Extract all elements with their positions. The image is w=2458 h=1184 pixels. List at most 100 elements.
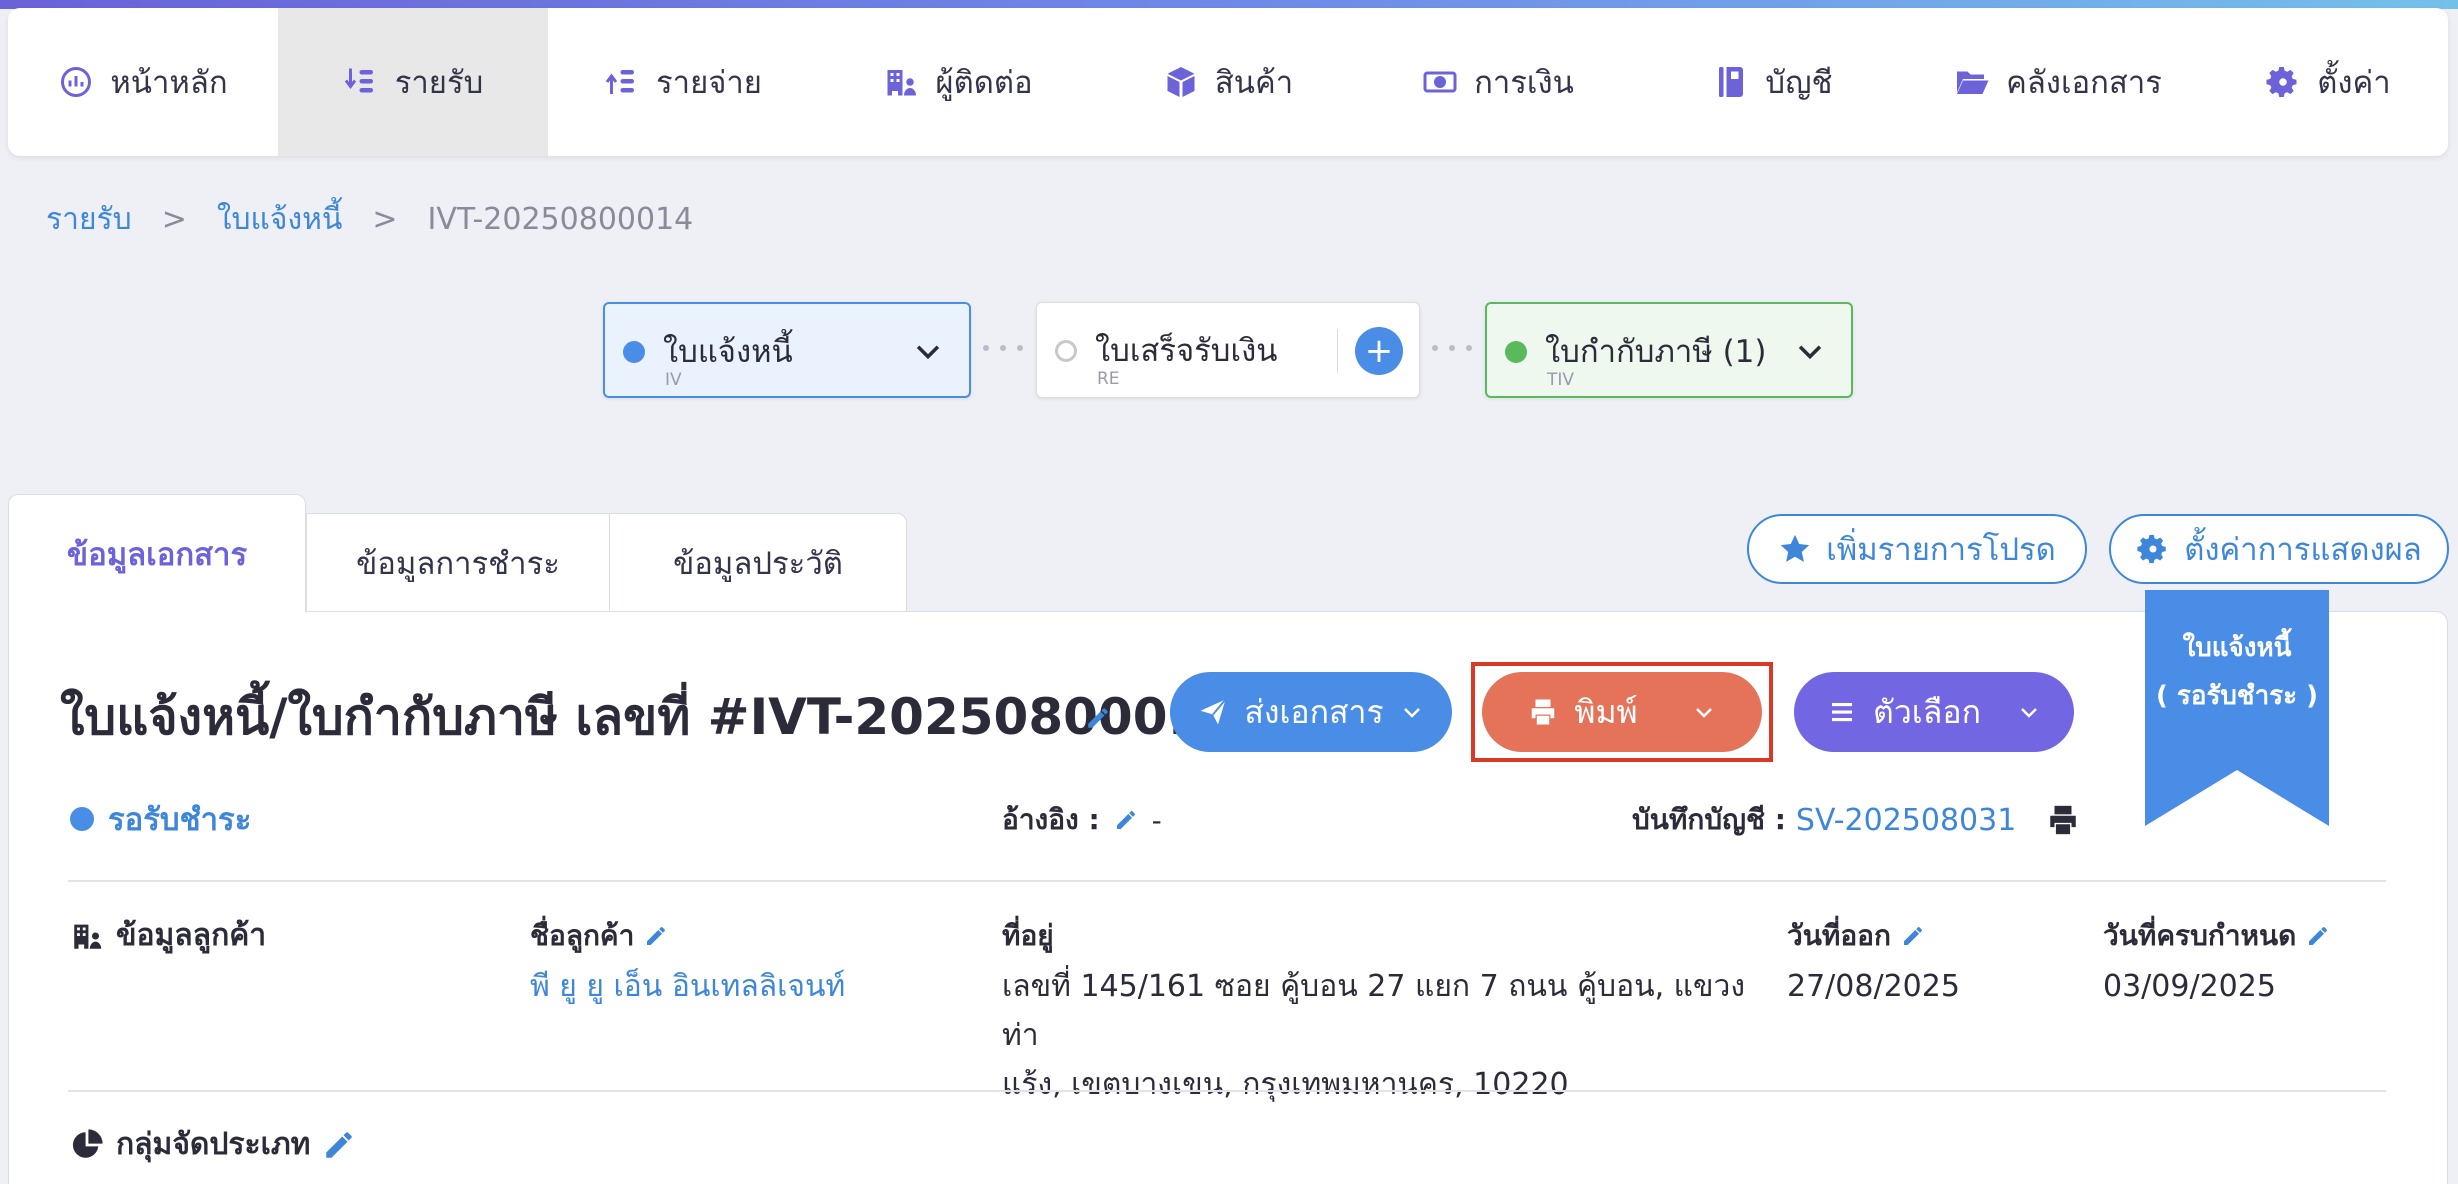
pencil-icon[interactable] — [322, 1128, 356, 1162]
nav-label-contacts: ผู้ติดต่อ — [935, 65, 1033, 101]
account-label: บันทึกบัญชี : — [1632, 803, 1786, 836]
tab-history-info[interactable]: ข้อมูลประวัติ — [609, 513, 907, 612]
nav-label-home: หน้าหลัก — [110, 65, 228, 101]
issue-date-label-row: วันที่ออก — [1787, 914, 1925, 958]
nav-label-settings: ตั้งค่า — [2317, 65, 2391, 101]
category-section-header: กลุ่มจัดประเภท — [70, 1121, 356, 1168]
paper-plane-icon — [1200, 698, 1227, 725]
nav-label-documents: คลังเอกสาร — [2006, 65, 2162, 101]
step-title: ใบกำกับภาษี (1) — [1545, 334, 1767, 370]
nav-label-finance: การเงิน — [1474, 65, 1574, 101]
add-favorite-button[interactable]: เพิ่มรายการโปรด — [1747, 514, 2087, 584]
printer-icon[interactable] — [2046, 803, 2080, 837]
divider — [68, 880, 2386, 882]
step-divider — [1337, 329, 1338, 373]
status-dot — [70, 807, 94, 831]
add-favorite-label: เพิ่มรายการโปรด — [1826, 532, 2056, 568]
due-date-label-row: วันที่ครบกำหนด — [2103, 914, 2330, 958]
breadcrumb-separator: > — [161, 202, 187, 237]
status-badge: รอรับชำระ — [70, 794, 251, 844]
category-section-title: กลุ่มจัดประเภท — [116, 1127, 311, 1162]
step-title: ใบเสร็จรับเงิน — [1095, 333, 1278, 369]
pencil-icon[interactable] — [1114, 808, 1138, 832]
breadcrumb-invoice[interactable]: ใบแจ้งหนี้ — [217, 196, 343, 243]
status-ribbon-text: ใบแจ้งหนี้ ( รอรับชำระ ) — [2145, 624, 2329, 720]
nav-label-income: รายรับ — [394, 65, 484, 101]
pencil-icon[interactable] — [2306, 924, 2330, 948]
account-field: บันทึกบัญชี : SV-202508031 — [1632, 798, 2080, 842]
pencil-icon[interactable] — [644, 924, 668, 948]
nav-label-accounting: บัญชี — [1765, 65, 1833, 101]
display-settings-label: ตั้งค่าการแสดงผล — [2184, 532, 2422, 568]
breadcrumb-current: IVT-20250800014 — [427, 202, 694, 237]
step-code: TIV — [1547, 370, 1575, 390]
options-button[interactable]: ตัวเลือก — [1794, 672, 2074, 752]
display-settings-button[interactable]: ตั้งค่าการแสดงผล — [2109, 514, 2449, 584]
step-status-dot — [623, 341, 645, 363]
pencil-icon[interactable] — [1085, 705, 1111, 731]
customer-name-label-row: ชื่อลูกค้า — [530, 914, 668, 958]
tab-payment-info[interactable]: ข้อมูลการชำระ — [306, 513, 610, 612]
flow-step-tax-invoice[interactable]: ใบกำกับภาษี (1) TIV — [1485, 302, 1853, 398]
chevron-down-icon[interactable] — [911, 334, 945, 368]
nav-item-expense[interactable]: รายจ่าย — [548, 8, 818, 156]
chevron-down-icon — [2021, 708, 2037, 718]
reference-label: อ้างอิง : — [1002, 803, 1100, 836]
gear-icon — [2266, 67, 2297, 97]
flow-step-invoice[interactable]: ใบแจ้งหนี้ IV — [603, 302, 971, 398]
print-button-highlight — [1471, 662, 1773, 762]
breadcrumb-income[interactable]: รายรับ — [46, 196, 132, 243]
breadcrumb: รายรับ > ใบแจ้งหนี้ > IVT-20250800014 — [46, 196, 693, 243]
status-text: รอรับชำระ — [108, 802, 252, 838]
customer-name-link[interactable]: พี ยู ยู เอ็น อินเทลลิเจนท์ — [530, 962, 845, 1011]
add-receipt-button[interactable]: + — [1355, 327, 1403, 375]
reference-field: อ้างอิง : - — [1002, 798, 1162, 842]
nav-item-finance[interactable]: การเงิน — [1358, 8, 1638, 156]
chevron-down-icon — [1403, 708, 1420, 718]
nav-item-income[interactable]: รายรับ — [278, 8, 548, 156]
nav-item-contacts[interactable]: ผู้ติดต่อ — [818, 8, 1098, 156]
step-status-dot — [1055, 340, 1077, 362]
address-value: เลขที่ 145/161 ซอย คู้บอน 27 แยก 7 ถนน ค… — [1002, 962, 1762, 1109]
tab-document-info[interactable]: ข้อมูลเอกสาร — [8, 494, 306, 612]
send-document-button[interactable]: ส่งเอกสาร — [1170, 672, 1452, 752]
nav-item-products[interactable]: สินค้า — [1098, 8, 1358, 156]
flow-step-receipt[interactable]: ใบเสร็จรับเงิน RE + — [1036, 302, 1420, 398]
reference-value: - — [1151, 803, 1162, 837]
box-icon — [1167, 67, 1195, 97]
main-nav: หน้าหลัก รายรับ รายจ่าย ผู้ติดต่อ สินค้า… — [8, 8, 2448, 156]
expense-icon — [605, 70, 635, 94]
contact-building-icon — [887, 70, 917, 96]
nav-item-documents[interactable]: คลังเอกสาร — [1908, 8, 2208, 156]
customer-section-title: ข้อมูลลูกค้า — [116, 918, 267, 953]
ribbon-line-status: ( รอรับชำระ ) — [2155, 681, 2319, 711]
flow-connector — [983, 345, 1023, 351]
money-icon — [1423, 71, 1457, 93]
step-status-dot — [1505, 341, 1527, 363]
issue-date-label: วันที่ออก — [1787, 919, 1891, 952]
send-document-label: ส่งเอกสาร — [1244, 692, 1384, 731]
step-title: ใบแจ้งหนี้ — [663, 334, 793, 370]
nav-item-accounting[interactable]: บัญชี — [1638, 8, 1908, 156]
account-link[interactable]: SV-202508031 — [1796, 803, 2016, 838]
folder-icon — [1957, 71, 1989, 94]
nav-item-home[interactable]: หน้าหลัก — [8, 8, 278, 156]
dashboard-icon — [61, 67, 92, 97]
star-icon — [1781, 534, 1810, 562]
pencil-icon[interactable] — [1901, 924, 1925, 948]
options-label: ตัวเลือก — [1873, 692, 1981, 731]
due-date-label: วันที่ครบกำหนด — [2103, 919, 2297, 952]
address-line: แร้ง, เขตบางเขน, กรุงเทพมหานคร, 10220 — [1002, 1067, 1569, 1102]
chevron-down-icon[interactable] — [1793, 334, 1827, 368]
page-title: ใบแจ้งหนี้/ใบกำกับภาษี เลขที่ #IVT-20250… — [60, 688, 1238, 746]
income-icon — [344, 68, 373, 93]
issue-date-value: 27/08/2025 — [1787, 969, 1960, 1004]
nav-item-settings[interactable]: ตั้งค่า — [2208, 8, 2448, 156]
nav-label-expense: รายจ่าย — [656, 65, 762, 101]
nav-label-products: สินค้า — [1214, 65, 1294, 101]
step-code: IV — [665, 370, 682, 390]
contact-building-icon — [74, 924, 102, 949]
customer-name-label: ชื่อลูกค้า — [530, 919, 635, 952]
divider — [68, 1090, 2386, 1092]
pie-chart-icon — [72, 1128, 103, 1158]
